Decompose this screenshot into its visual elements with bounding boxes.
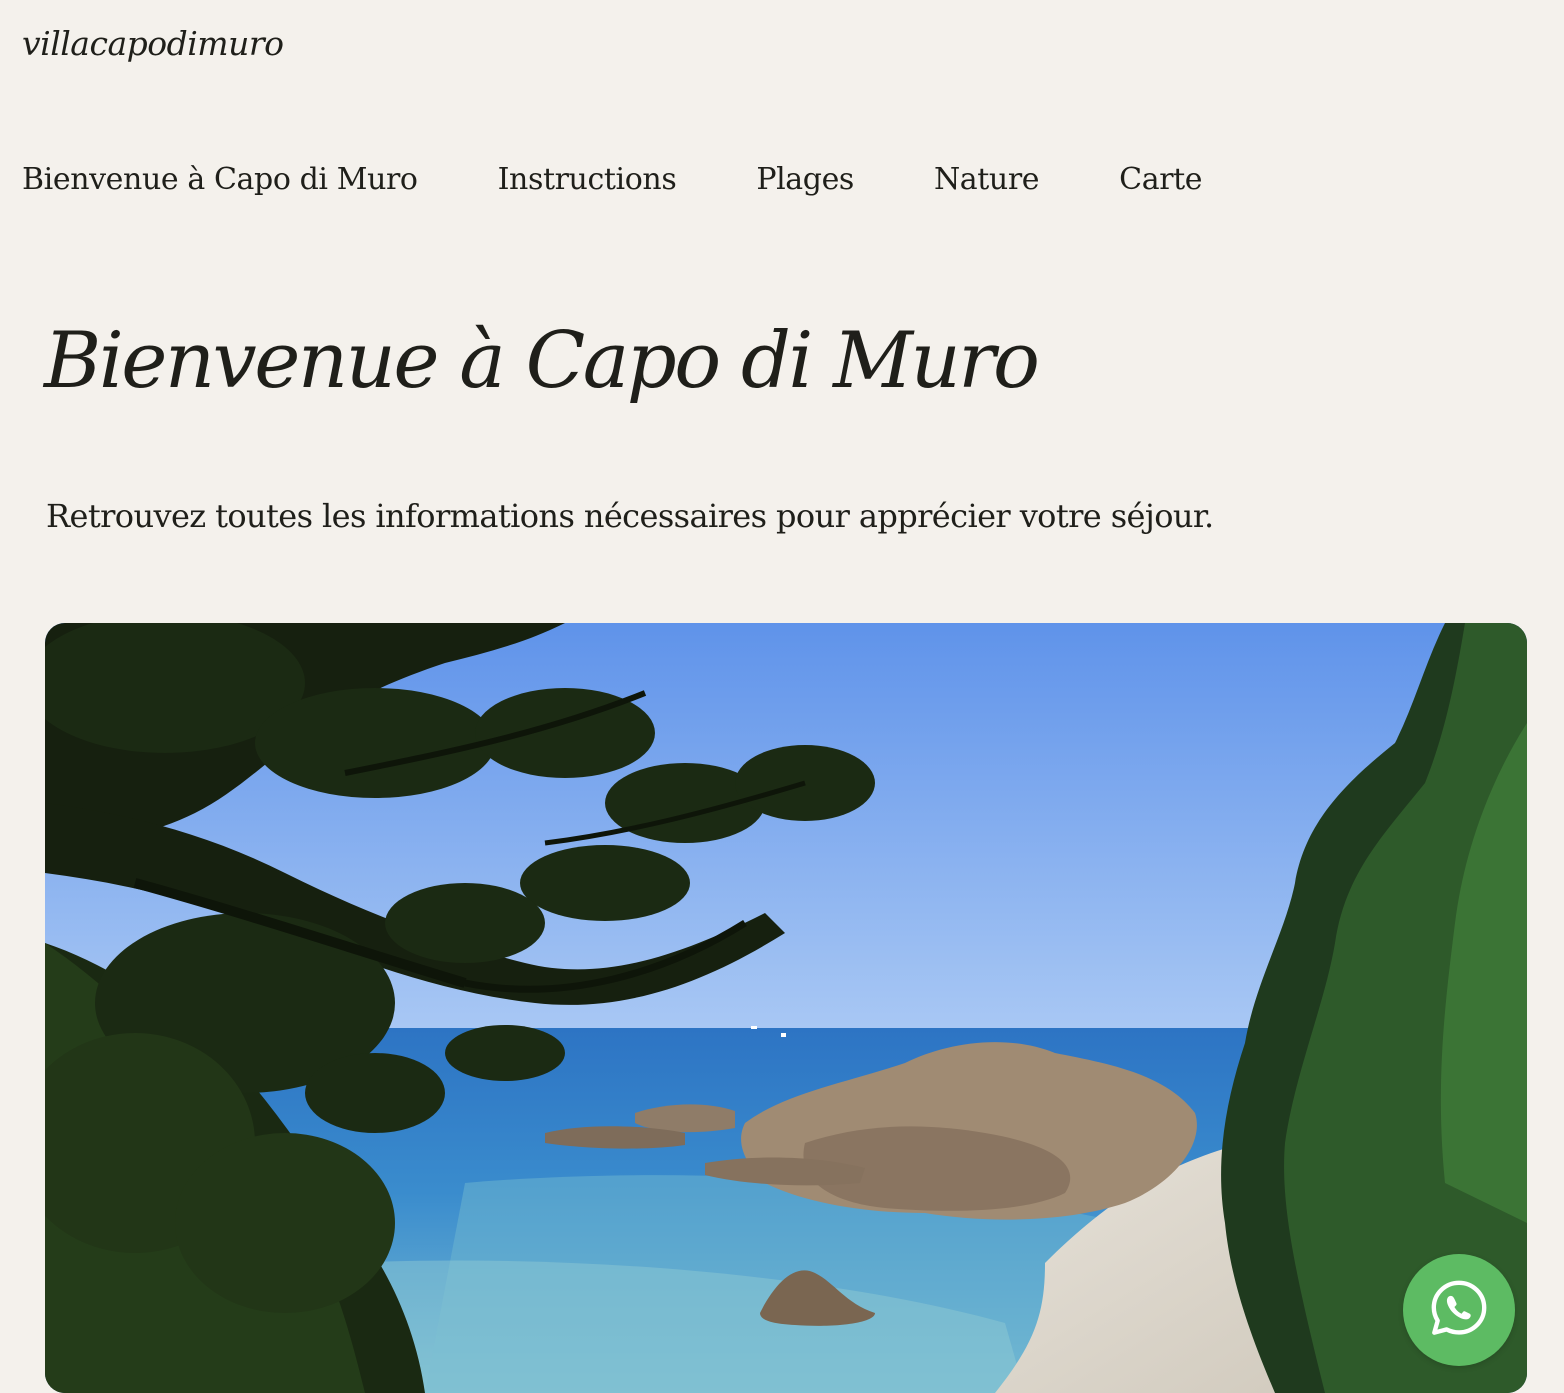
hero-photo	[45, 623, 1527, 1393]
whatsapp-button[interactable]	[1403, 1254, 1515, 1366]
nav-item-carte[interactable]: Carte	[1119, 158, 1202, 202]
page-subtitle: Retrouvez toutes les informations nécess…	[46, 497, 1214, 535]
page-title: Bienvenue à Capo di Muro	[44, 316, 1040, 406]
site-title[interactable]: villacapodimuro	[22, 20, 284, 68]
nav-item-nature[interactable]: Nature	[934, 158, 1040, 202]
main-navigation: Bienvenue à Capo di Muro Instructions Pl…	[22, 158, 1203, 202]
nav-item-instructions[interactable]: Instructions	[498, 158, 677, 202]
nav-item-bienvenue[interactable]: Bienvenue à Capo di Muro	[22, 158, 418, 202]
nav-item-plages[interactable]: Plages	[756, 158, 854, 202]
whatsapp-icon	[1428, 1277, 1490, 1343]
